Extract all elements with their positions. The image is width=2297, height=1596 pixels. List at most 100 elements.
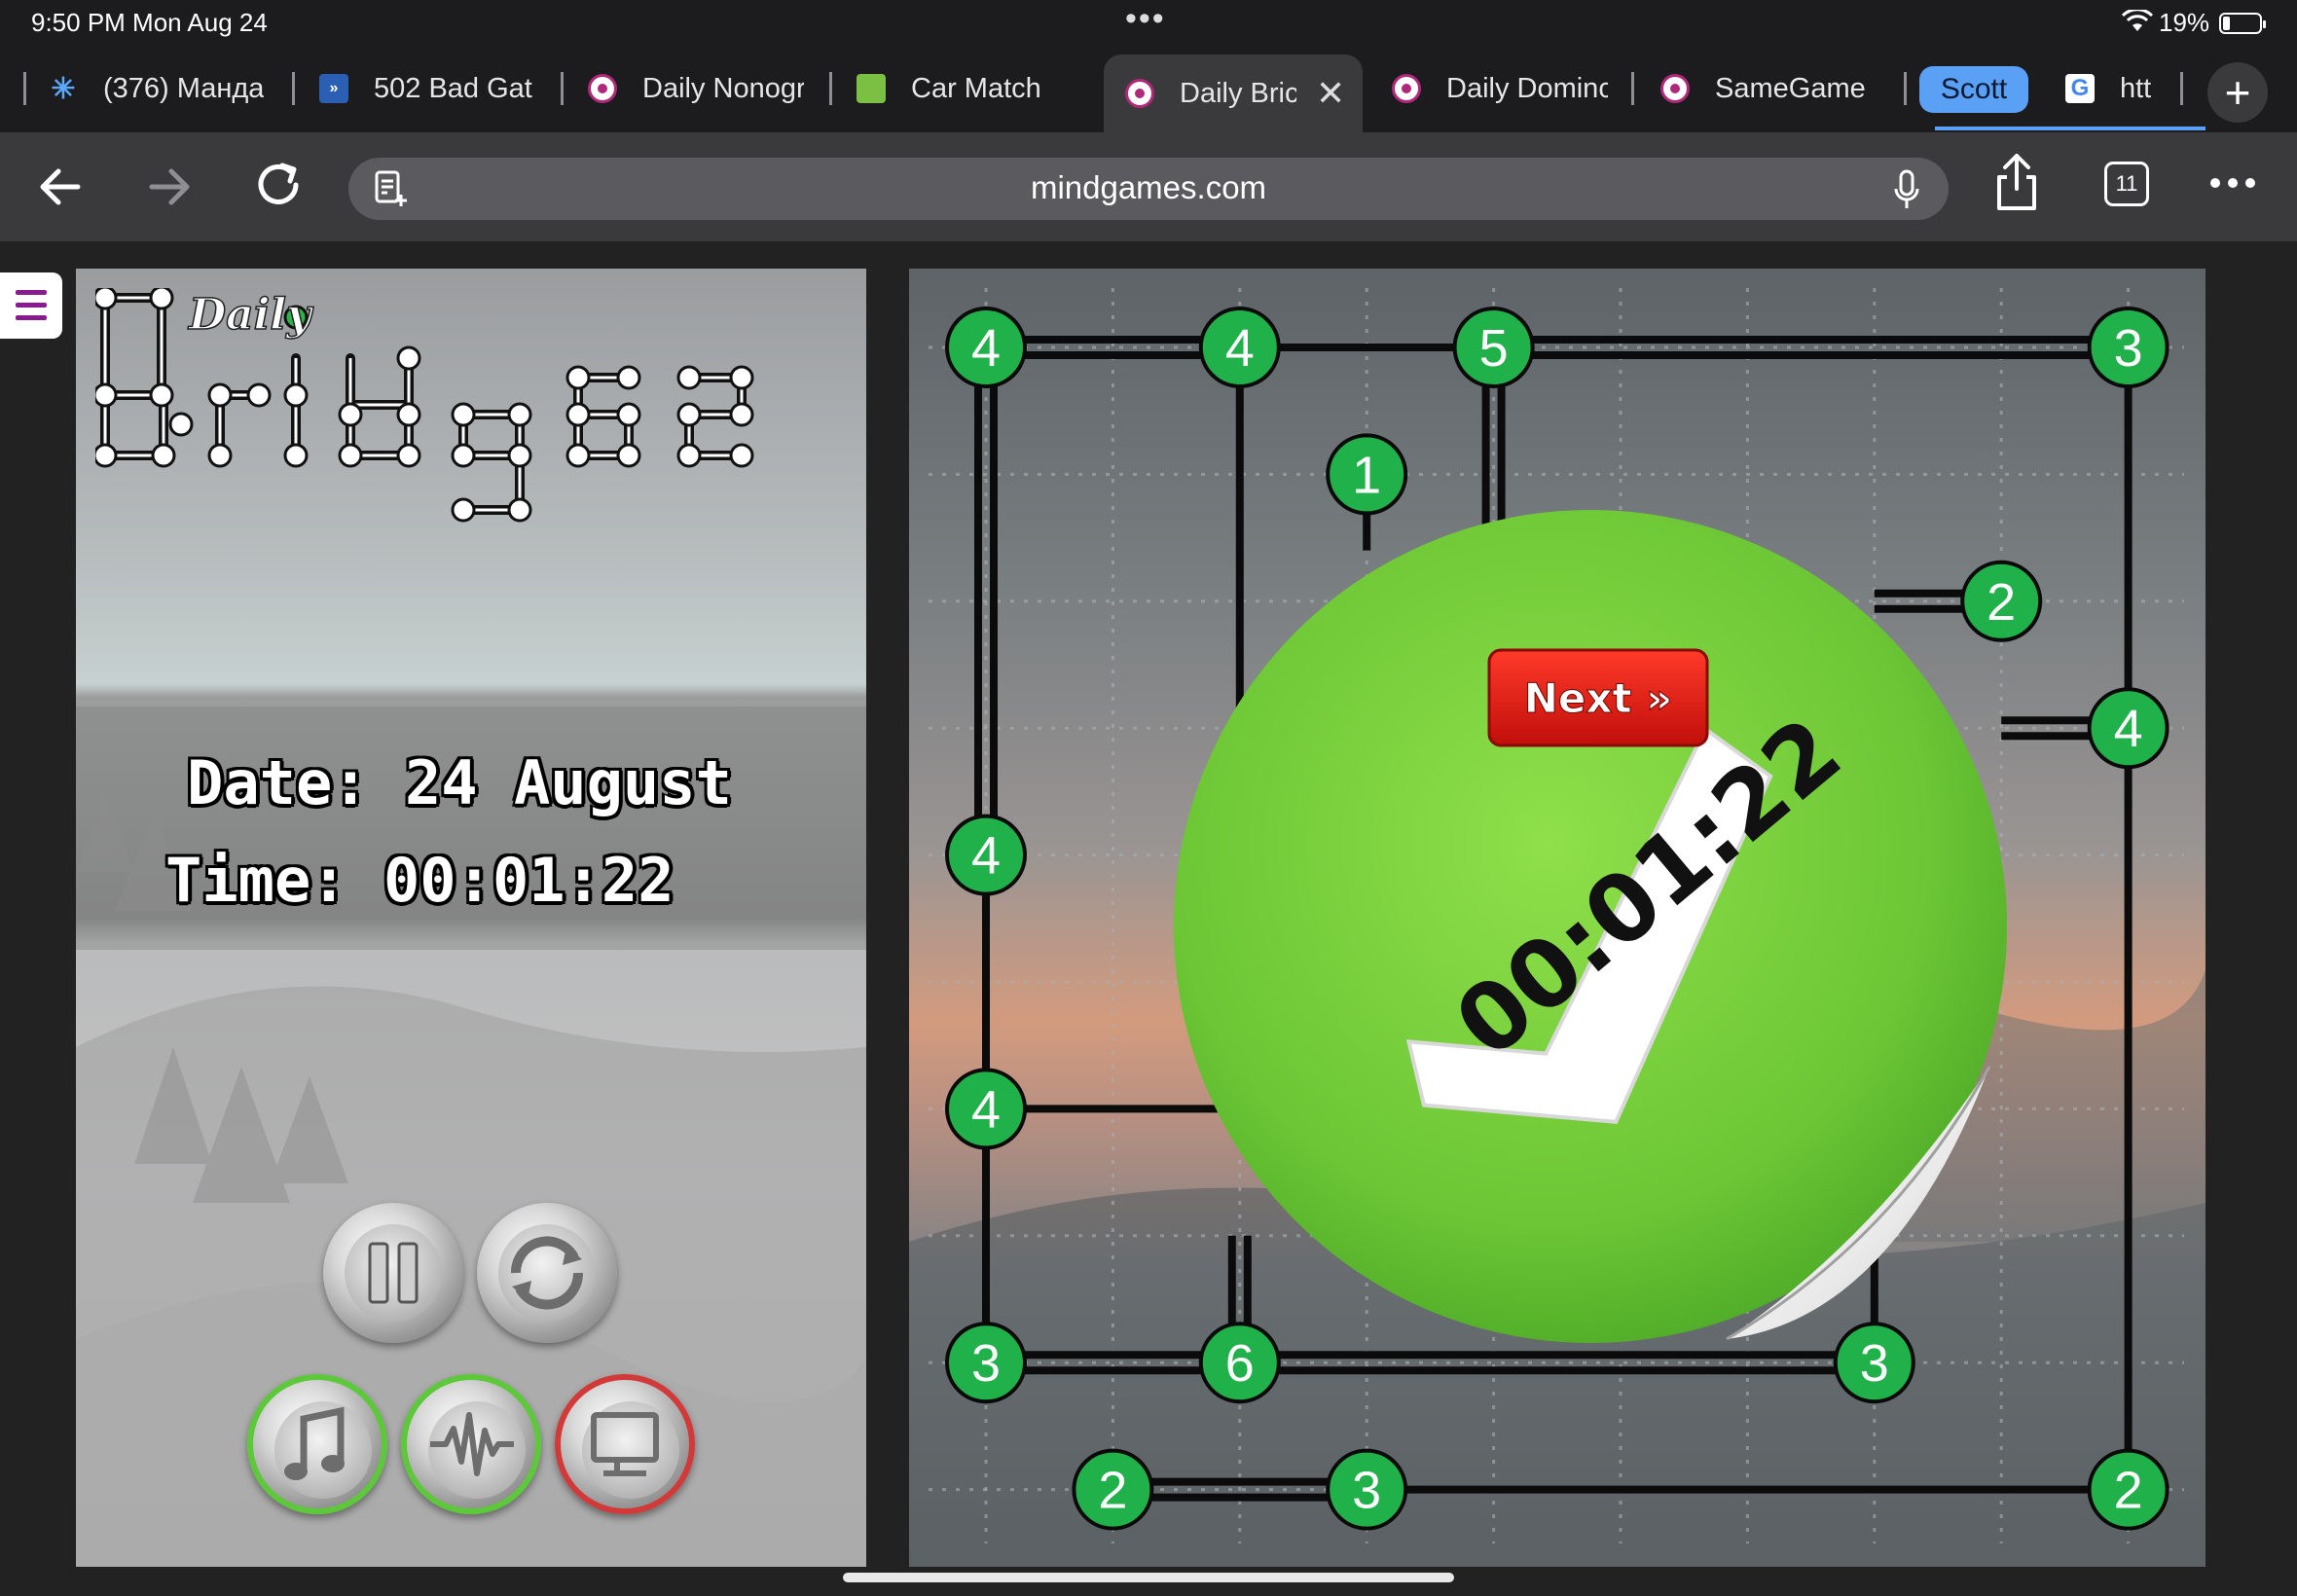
tab-separator [829, 72, 832, 105]
island-node[interactable]: 3 [1326, 1448, 1408, 1531]
tab-label: Car Match [911, 72, 1041, 104]
island-value: 3 [971, 1334, 1001, 1393]
island-value: 4 [971, 319, 1001, 378]
island-node[interactable]: 6 [1198, 1322, 1281, 1404]
island-node[interactable]: 3 [945, 1322, 1027, 1404]
close-tab-icon[interactable]: ✕ [1316, 73, 1345, 114]
microphone-icon[interactable] [1894, 169, 1919, 210]
island-node[interactable]: 2 [1072, 1448, 1154, 1531]
back-icon[interactable] [35, 162, 86, 212]
multitasking-dots-icon[interactable]: ••• [1125, 0, 1166, 38]
next-button[interactable]: Next » [1487, 648, 1709, 747]
island-value: 5 [1479, 319, 1509, 378]
fullscreen-toggle-button[interactable] [555, 1374, 695, 1514]
sound-toggle-button[interactable] [401, 1374, 541, 1514]
island-node[interactable]: 5 [1452, 307, 1535, 388]
tab-separator [561, 72, 564, 105]
tab-bad-gateway[interactable]: » 502 Bad Gat [319, 56, 545, 121]
home-indicator[interactable] [843, 1573, 1454, 1582]
tab-label: Daily Dominc [1446, 72, 1608, 104]
music-toggle-button[interactable] [247, 1374, 387, 1514]
tab-google[interactable]: G htt [2065, 56, 2169, 121]
next-button-label: Next » [1524, 674, 1673, 722]
tab-group-pill[interactable]: Scott [1919, 66, 2028, 113]
island-node[interactable]: 1 [1326, 433, 1408, 516]
tab-label: Daily Nonogr [642, 72, 804, 104]
island-node[interactable]: 4 [2087, 687, 2169, 770]
tab-daily-bridges[interactable]: Daily Bric ✕ [1104, 54, 1363, 132]
island-value: 4 [971, 827, 1001, 886]
music-note-icon [284, 1406, 345, 1480]
more-options-icon[interactable] [2209, 177, 2256, 189]
share-icon[interactable] [1993, 152, 2040, 212]
wifi-icon [2122, 10, 2153, 31]
page-content: Daily Date: 24 August Time: 00:01:22 4 4… [0, 241, 2297, 1596]
hamburger-menu-button[interactable] [0, 272, 62, 339]
island-node[interactable]: 3 [1833, 1322, 1915, 1404]
tab-separator [1631, 72, 1634, 105]
tab-count-button[interactable]: 11 [2104, 162, 2149, 206]
forward-icon[interactable] [144, 162, 195, 212]
tab-label: SameGame [1715, 72, 1866, 104]
spinner-icon: ✳ [51, 72, 76, 105]
pause-button[interactable] [323, 1203, 463, 1343]
status-bar: 9:50 PM Mon Aug 24 ••• 19% [0, 0, 2297, 47]
mindgames-brain-icon [588, 74, 617, 103]
restart-icon [510, 1236, 584, 1310]
mindgames-brain-icon [1392, 74, 1421, 103]
browser-toolbar: mindgames.com 11 [0, 132, 2297, 241]
server-error-icon: » [319, 74, 348, 103]
island-node[interactable]: 4 [945, 307, 1027, 388]
tab-daily-dominosa[interactable]: Daily Dominc [1392, 56, 1608, 121]
pause-icon [368, 1242, 419, 1304]
logo-word-daily: Daily [187, 290, 314, 340]
daily-bridges-logo: Daily [95, 288, 754, 523]
sound-wave-icon [430, 1412, 514, 1476]
tab-label: (376) Манда [103, 72, 265, 104]
tab-mandala[interactable]: ✳ (376) Манда [49, 56, 278, 121]
restart-button[interactable] [477, 1203, 617, 1343]
game-side-panel: Daily Date: 24 August Time: 00:01:22 [76, 269, 866, 1567]
monitor-icon [591, 1412, 659, 1476]
island-node[interactable]: 3 [2087, 307, 2169, 388]
island-node[interactable]: 4 [1198, 307, 1281, 388]
island-node[interactable]: 4 [945, 1068, 1027, 1150]
elapsed-time: Time: 00:01:22 [165, 845, 675, 916]
island-value: 3 [2114, 319, 2143, 378]
island-value: 2 [1098, 1462, 1127, 1520]
island-value: 3 [1352, 1462, 1381, 1520]
island-value: 6 [1225, 1334, 1255, 1393]
island-value: 4 [2114, 700, 2143, 758]
board-canvas[interactable]: 4 4 5 3 1 2 4 4 4 3 6 3 2 3 2 00:01:22 Next » [909, 269, 2206, 1567]
island-value: 4 [1225, 319, 1255, 378]
tab-separator [23, 72, 26, 105]
car-match-icon [857, 74, 886, 103]
island-value: 2 [1987, 573, 2016, 632]
tab-car-match[interactable]: Car Match [857, 56, 1090, 121]
battery-percent: 19% [2159, 8, 2210, 37]
address-bar[interactable]: mindgames.com [348, 158, 1949, 220]
tab-samegame[interactable]: SameGame [1660, 56, 1884, 121]
mindgames-brain-icon [1125, 79, 1154, 108]
plus-icon: + [2224, 67, 2251, 118]
success-sticker: 00:01:22 [1174, 510, 2007, 1343]
tab-label: htt [2120, 72, 2152, 104]
reload-icon[interactable] [251, 158, 306, 212]
tab-label: Daily Bric [1180, 77, 1296, 109]
tab-separator [292, 72, 295, 105]
island-node[interactable]: 2 [1960, 560, 2043, 642]
puzzle-date: Date: 24 August [187, 747, 732, 818]
island-value: 4 [971, 1080, 1001, 1139]
mindgames-brain-icon [1660, 74, 1690, 103]
island-node[interactable]: 4 [945, 814, 1027, 896]
tab-daily-nonogram[interactable]: Daily Nonogr [588, 56, 804, 121]
island-value: 1 [1352, 446, 1381, 504]
tab-group-underline [1935, 127, 2206, 130]
tab-label: 502 Bad Gat [374, 72, 532, 104]
bridges-board[interactable]: 4 4 5 3 1 2 4 4 4 3 6 3 2 3 2 00:01:22 Next » [909, 269, 2206, 1567]
google-icon: G [2065, 74, 2095, 103]
island-node[interactable]: 2 [2087, 1448, 2169, 1531]
tab-separator [2180, 72, 2183, 105]
tab-separator [1904, 72, 1907, 105]
new-tab-button[interactable]: + [2207, 62, 2268, 123]
